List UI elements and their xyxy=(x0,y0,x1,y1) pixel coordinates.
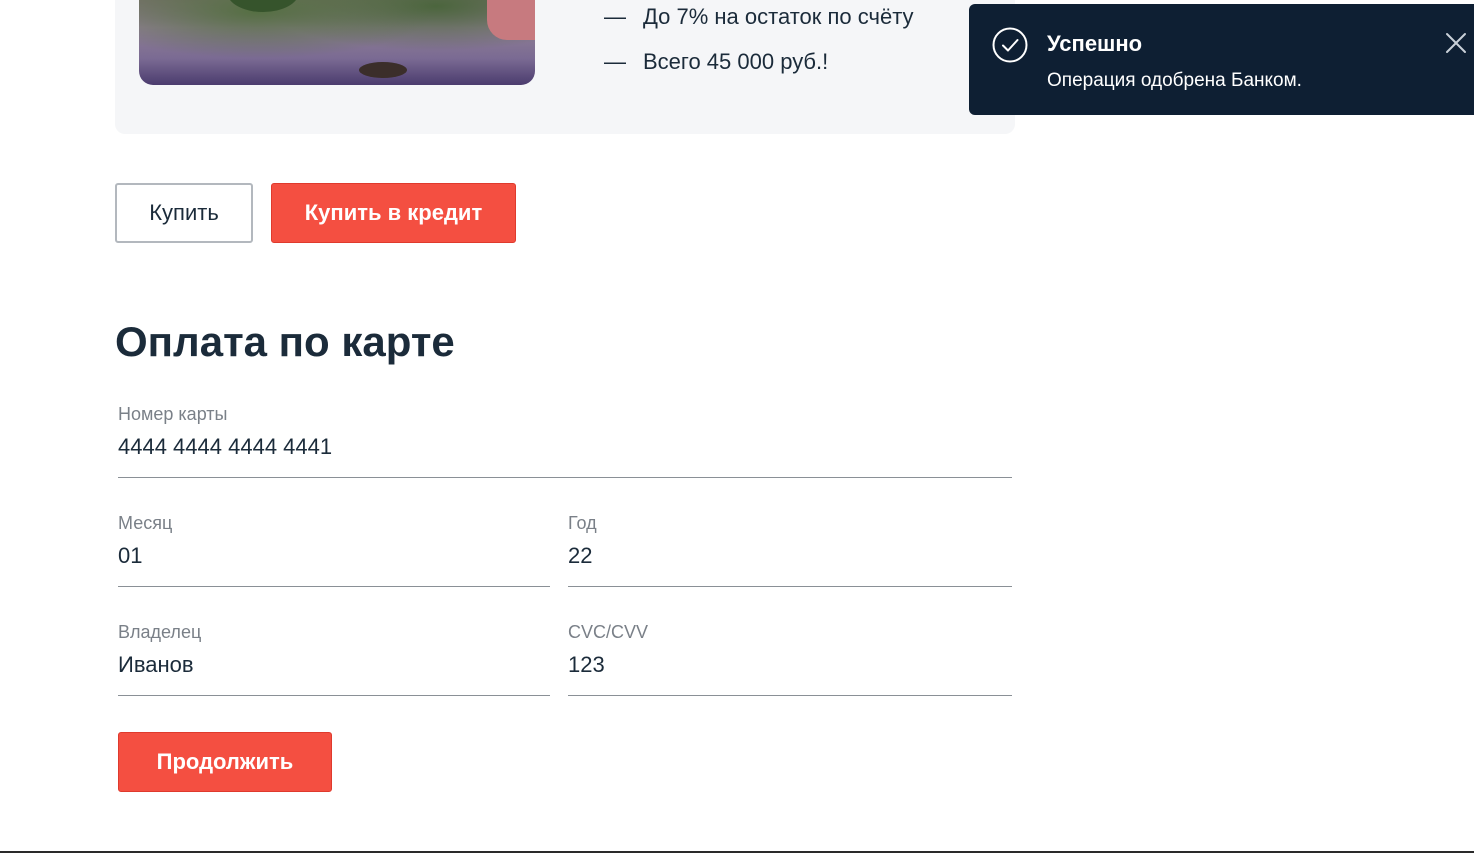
page-title: Оплата по карте xyxy=(115,318,455,365)
owner-label: Владелец xyxy=(118,622,202,642)
owner-field[interactable]: Владелец Иванов xyxy=(118,622,550,696)
card-number-field[interactable]: Номер карты 4444 4444 4444 4441 xyxy=(118,404,1012,478)
continue-button[interactable]: Продолжить xyxy=(118,732,332,792)
buy-credit-button[interactable]: Купить в кредит xyxy=(271,183,516,243)
notification-message: Операция одобрена Банком. xyxy=(1047,70,1302,91)
feature-dash: — xyxy=(604,49,626,74)
owner-input[interactable]: Иванов xyxy=(118,652,194,678)
feature-item: — Всего 45 000 руб.! xyxy=(604,49,828,75)
cvc-field[interactable]: CVC/CVV 123 xyxy=(568,622,1012,696)
cvc-input[interactable]: 123 xyxy=(568,652,605,678)
notification-title: Успешно xyxy=(1047,31,1143,56)
close-icon[interactable] xyxy=(1445,32,1467,54)
month-input[interactable]: 01 xyxy=(118,543,142,569)
cvc-label: CVC/CVV xyxy=(568,622,649,642)
bush-shape xyxy=(227,0,299,12)
month-label: Месяц xyxy=(118,513,173,533)
tour-photo xyxy=(139,0,535,85)
feature-text: До 7% на остаток по счёту xyxy=(643,4,914,29)
buy-button[interactable]: Купить xyxy=(115,183,253,243)
check-circle-icon xyxy=(992,27,1028,63)
wall-shape xyxy=(487,0,535,40)
card-number-label: Номер карты xyxy=(118,404,228,424)
stone-shape xyxy=(359,62,407,78)
feature-dash: — xyxy=(604,4,626,29)
year-field[interactable]: Год 22 xyxy=(568,513,1012,587)
success-notification: Успешно Операция одобрена Банком. xyxy=(969,4,1474,115)
feature-item: — До 7% на остаток по счёту xyxy=(604,4,914,30)
feature-text: Всего 45 000 руб.! xyxy=(643,49,829,74)
card-number-input[interactable]: 4444 4444 4444 4441 xyxy=(118,434,332,460)
year-input[interactable]: 22 xyxy=(568,543,592,569)
month-field[interactable]: Месяц 01 xyxy=(118,513,550,587)
year-label: Год xyxy=(568,513,597,533)
